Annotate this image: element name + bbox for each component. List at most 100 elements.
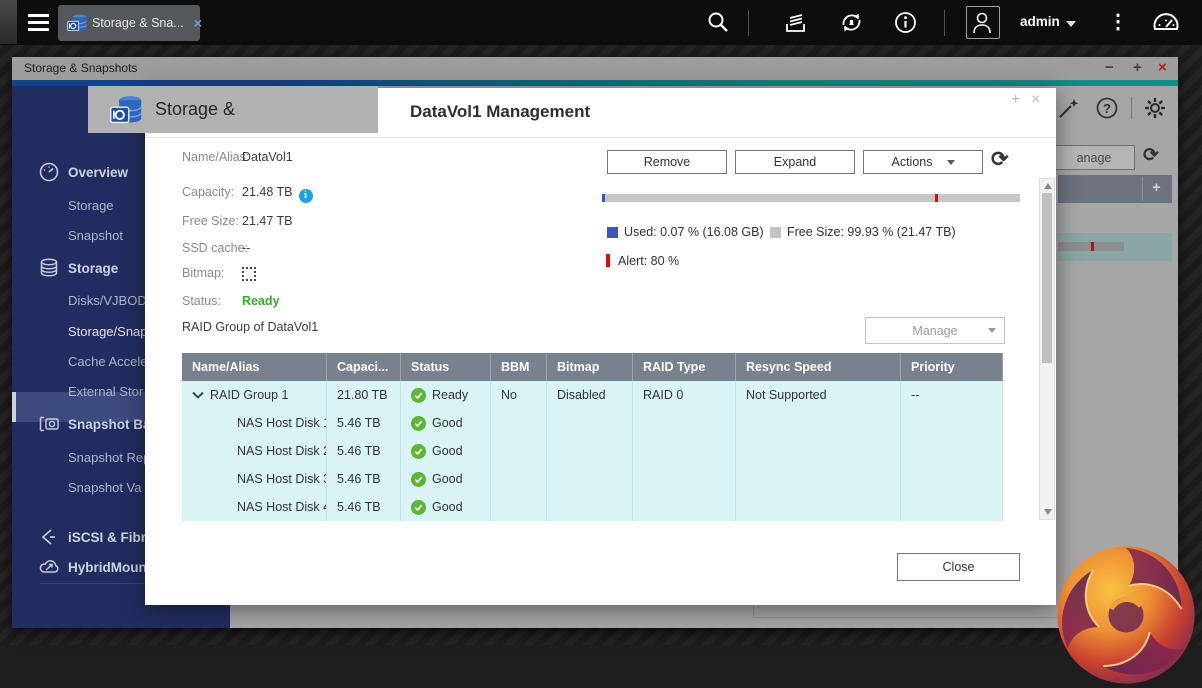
actions-button[interactable]: Actions <box>863 150 983 174</box>
tab-close-icon[interactable]: × <box>194 15 202 31</box>
storage-app-icon <box>108 92 144 128</box>
window-close-icon[interactable]: × <box>1158 59 1167 77</box>
notifications-sync-icon[interactable] <box>838 9 865 36</box>
scrollbar-thumb[interactable] <box>1042 193 1052 363</box>
dialog-title-separator <box>145 137 1056 138</box>
taskbar-divider <box>748 10 749 36</box>
taskbar-divider <box>944 10 945 36</box>
alert-threshold-marker <box>935 194 938 202</box>
col-priority[interactable]: Priority <box>901 353 1003 381</box>
background-refresh-icon[interactable]: ⟳ <box>1143 144 1159 167</box>
refresh-icon[interactable]: ⟳ <box>991 147 1009 172</box>
background-tasks-icon[interactable] <box>782 9 809 36</box>
field-status: Status: Ready <box>182 294 221 312</box>
admin-menu[interactable]: admin <box>1020 14 1060 29</box>
col-resync-speed[interactable]: Resync Speed <box>736 353 901 381</box>
add-column-icon[interactable]: + <box>1152 179 1161 196</box>
alert-legend-swatch <box>606 254 610 267</box>
remove-button[interactable]: Remove <box>607 150 727 174</box>
col-bbm[interactable]: BBM <box>491 353 547 381</box>
desktop: Storage & Sna... × <box>0 0 1202 645</box>
chevron-down-icon <box>1066 21 1076 27</box>
database-icon <box>38 257 60 279</box>
expand-button[interactable]: Expand <box>735 150 855 174</box>
minimize-icon[interactable]: − <box>1105 59 1114 77</box>
dialog-title: DataVol1 Management <box>410 102 590 122</box>
field-ssd-cache: SSD cache: -- <box>182 241 248 259</box>
user-avatar[interactable] <box>966 6 1000 39</box>
window-title: Storage & Snapshots <box>24 61 137 75</box>
datavol1-management-dialog: DataVol1 Management + × Name/Alias: Data… <box>145 88 1056 605</box>
check-circle-icon <box>411 416 426 431</box>
cloud-icon <box>38 556 60 578</box>
taskbar-tab-storage-snapshots[interactable]: Storage & Sna... × <box>58 5 200 41</box>
help-icon[interactable]: ? <box>1094 95 1120 121</box>
used-legend-label: Used: 0.07 % (16.08 GB) <box>624 225 764 239</box>
window-titlebar[interactable]: Storage & Snapshots <box>12 57 1178 80</box>
field-name-alias: Name/Alias: DataVol1 <box>182 150 249 168</box>
free-legend-swatch <box>770 227 781 238</box>
table-row-disk-2[interactable]: NAS Host Disk 2 5.46 TB Good <box>182 437 1003 465</box>
taskbar-corner <box>0 0 17 44</box>
table-row-disk-3[interactable]: NAS Host Disk 3 5.46 TB Good <box>182 465 1003 493</box>
storage-snapshots-window: Storage & Snapshots − + × Overview Stora… <box>12 57 1178 628</box>
col-status[interactable]: Status <box>401 353 491 381</box>
check-circle-icon <box>411 388 426 403</box>
field-free-size-value: 21.47 TB <box>242 214 293 228</box>
check-circle-icon <box>411 472 426 487</box>
col-name-alias[interactable]: Name/Alias <box>182 353 327 381</box>
info-icon[interactable] <box>892 9 919 36</box>
check-circle-icon <box>411 444 426 459</box>
more-options-icon[interactable]: ⋮ <box>1108 9 1128 34</box>
status-value: Ready <box>242 294 280 308</box>
dashboard-icon[interactable] <box>1150 8 1182 38</box>
storage-app-icon <box>66 12 88 34</box>
search-icon[interactable] <box>706 10 730 34</box>
table-row-disk-4[interactable]: NAS Host Disk 4 5.46 TB Good <box>182 493 1003 521</box>
table-row-disk-1[interactable]: NAS Host Disk 1 5.46 TB Good <box>182 409 1003 437</box>
chevron-down-icon <box>988 328 996 333</box>
scroll-up-icon[interactable] <box>1044 183 1052 189</box>
col-bitmap[interactable]: Bitmap <box>547 353 633 381</box>
table-row-raid-group-1[interactable]: RAID Group 1 21.80 TB Ready No Disabled … <box>182 381 1003 409</box>
dialog-close-icon[interactable]: × <box>1031 91 1040 109</box>
info-icon[interactable]: i <box>299 189 313 203</box>
background-alert-marker <box>1091 242 1094 251</box>
dialog-detach-icon[interactable]: + <box>1011 91 1020 109</box>
col-raid-type[interactable]: RAID Type <box>633 353 736 381</box>
chevron-down-icon <box>947 160 955 165</box>
chevron-down-icon[interactable] <box>192 391 204 399</box>
field-ssd-cache-value: -- <box>242 241 250 255</box>
column-divider <box>1142 177 1143 201</box>
manage-dropdown[interactable]: Manage <box>865 317 1005 344</box>
app-chip-label: Storage & <box>155 99 235 120</box>
col-capacity[interactable]: Capaci... <box>327 353 401 381</box>
close-button[interactable]: Close <box>897 553 1020 581</box>
scroll-down-icon[interactable] <box>1044 509 1052 515</box>
tab-label: Storage & Sna... <box>92 16 184 30</box>
iscsi-icon <box>38 526 60 548</box>
field-name-alias-value: DataVol1 <box>242 150 293 164</box>
table-header-row: Name/Alias Capaci... Status BBM Bitmap R… <box>182 353 1003 381</box>
wizard-wand-icon[interactable] <box>1056 95 1082 121</box>
maximize-icon[interactable]: + <box>1133 59 1142 77</box>
main-menu-icon[interactable] <box>28 14 49 31</box>
camera-icon <box>38 413 60 435</box>
field-free-size: Free Size: 21.47 TB <box>182 214 239 232</box>
background-table-header: + <box>1058 175 1172 203</box>
header-left-block <box>12 86 88 133</box>
used-legend-swatch <box>607 227 618 238</box>
raid-group-section-title: RAID Group of DataVol1 <box>182 320 318 334</box>
alert-legend-label: Alert: 80 % <box>618 254 679 268</box>
person-icon <box>967 7 997 36</box>
taskbar: Storage & Sna... × <box>0 0 1202 45</box>
gauge-icon <box>38 161 60 183</box>
gear-icon[interactable] <box>1142 95 1168 121</box>
free-legend-label: Free Size: 99.93 % (21.47 TB) <box>787 225 956 239</box>
field-capacity-value: 21.48 TBi <box>242 185 313 203</box>
bitmap-icon <box>242 267 256 281</box>
toolbar-divider <box>1131 97 1132 119</box>
background-manage-button[interactable]: anage <box>1053 145 1135 170</box>
field-bitmap: Bitmap: <box>182 266 224 284</box>
dialog-scrollbar[interactable] <box>1039 178 1055 520</box>
